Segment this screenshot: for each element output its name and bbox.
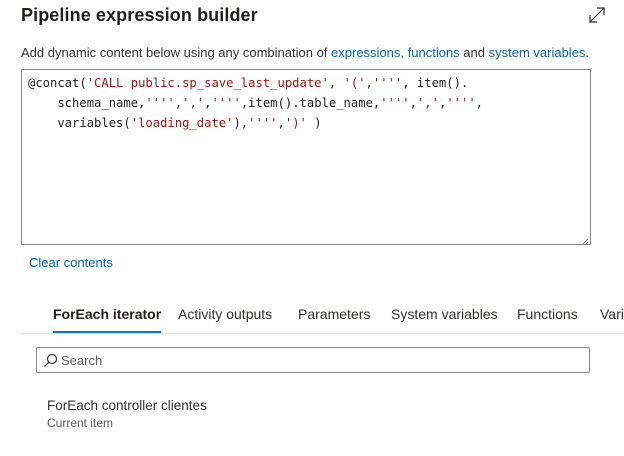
resize-grip-icon[interactable] (579, 233, 589, 244)
code-string: 'CALL public.sp_save_last_update' (86, 76, 329, 90)
code-string: ',' (182, 96, 205, 110)
functions-link[interactable]: functions (408, 45, 460, 60)
description-middle: and (459, 45, 489, 60)
code-token: , (475, 96, 484, 110)
code-string: '''' (380, 96, 410, 110)
description-suffix: . (585, 45, 590, 60)
description-prefix: Add dynamic content below using any comb… (21, 45, 332, 60)
search-icon (44, 353, 58, 367)
code-string: ')' (284, 116, 307, 130)
code-string: '''' (145, 96, 175, 110)
code-token: , (409, 96, 417, 110)
tab-bar: ForEach iterator Activity outputs Parame… (21, 298, 624, 334)
code-token: , item(). (402, 76, 469, 90)
expand-button[interactable] (585, 4, 609, 26)
description-text: Add dynamic content below using any comb… (21, 45, 589, 60)
tab-variables[interactable]: Vari (600, 298, 624, 333)
tab-parameters[interactable]: Parameters (298, 298, 370, 333)
code-string: '''' (446, 96, 476, 110)
expression-editor[interactable]: @concat('CALL public.sp_save_last_update… (21, 69, 591, 245)
code-token: , (174, 96, 183, 110)
code-string: 'loading_date' (130, 116, 234, 130)
code-token: variables( (28, 116, 131, 130)
search-box (36, 347, 590, 373)
page-title: Pipeline expression builder (21, 5, 258, 25)
expressions-link[interactable]: expressions, (331, 45, 404, 60)
code-token: schema_name, (28, 96, 146, 110)
code-string: '''' (372, 76, 403, 90)
code-token: , (365, 76, 373, 90)
item-title: ForEach controller clientes (47, 398, 207, 413)
tab-activity-outputs[interactable]: Activity outputs (178, 298, 272, 333)
tab-foreach-iterator[interactable]: ForEach iterator (53, 298, 162, 333)
expression-builder-panel: Pipeline expression builder Add dynamic … (0, 0, 624, 456)
tab-system-variables[interactable]: System variables (391, 298, 498, 333)
code-token: @concat( (28, 76, 87, 90)
code-string: '(' (343, 76, 366, 90)
expand-diagonal-icon (589, 7, 605, 23)
code-token: ), (233, 116, 249, 130)
system-variables-link[interactable]: system variables (489, 45, 586, 60)
list-item[interactable]: ForEach controller clientes Current item (47, 398, 207, 430)
code-string: '''' (248, 116, 278, 130)
code-string: ',' (416, 96, 439, 110)
code-token: , (277, 116, 285, 130)
item-subtitle: Current item (47, 416, 114, 430)
tab-functions[interactable]: Functions (517, 298, 578, 333)
search-input[interactable] (61, 349, 581, 371)
code-token: , (328, 76, 344, 90)
code-string: '''' (211, 96, 241, 110)
clear-contents-link[interactable]: Clear contents (29, 255, 113, 270)
code-token: ,item().table_name, (240, 96, 381, 110)
code-token: ) (306, 116, 322, 130)
